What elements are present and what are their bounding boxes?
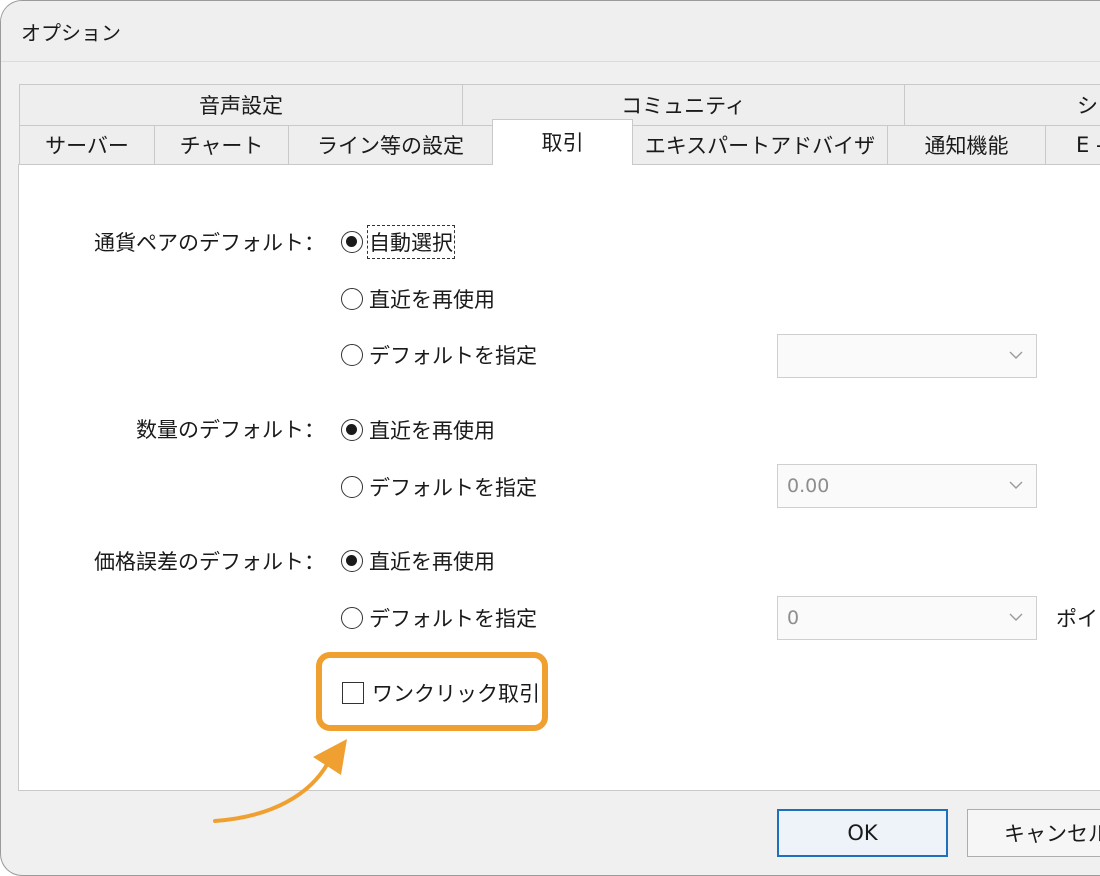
deviation-unit-label: ポイン [1056, 607, 1100, 631]
symbol-specify-radio[interactable]: デフォルトを指定 [341, 340, 537, 370]
tab-label: エキスパートアドバイザ [644, 134, 876, 158]
radio-icon [341, 344, 363, 366]
tab-signals[interactable]: シ [904, 84, 1100, 126]
title-bar[interactable]: オプション [1, 1, 1100, 62]
tab-trade[interactable]: 取引 [492, 119, 633, 165]
tab-label: サーバー [45, 134, 129, 158]
tab-label: 通知機能 [924, 134, 1009, 158]
tab-expert-advisors[interactable]: エキスパートアドバイザ [632, 125, 888, 165]
tab-server[interactable]: サーバー [19, 125, 155, 165]
tab-label: 取引 [541, 131, 584, 155]
radio-label: 直近を再使用 [369, 288, 495, 312]
radio-icon [341, 550, 363, 572]
checkbox-label: ワンクリック取引 [372, 682, 540, 706]
dropdown-value: 0.00 [787, 475, 830, 497]
symbol-auto-radio[interactable]: 自動選択 [341, 225, 455, 259]
symbol-default-label: 通貨ペアのデフォルト： [94, 231, 325, 255]
volume-default-dropdown[interactable]: 0.00 [777, 464, 1037, 508]
button-label: OK [847, 821, 878, 845]
tab-label: ライン等の設定 [317, 134, 464, 158]
checkbox-icon [342, 682, 364, 704]
button-label: キャンセル [1004, 822, 1100, 846]
radio-icon [341, 607, 363, 629]
options-dialog: オプション 音声設定 コミュニティ シ サーバー チャート ライン等の設定 取引… [0, 0, 1100, 876]
radio-icon [341, 476, 363, 498]
tab-objects[interactable]: ライン等の設定 [288, 125, 493, 165]
radio-icon [341, 231, 363, 253]
volume-default-label: 数量のデフォルト： [136, 418, 325, 442]
tab-sound[interactable]: 音声設定 [19, 84, 463, 126]
radio-label: デフォルトを指定 [369, 476, 537, 500]
radio-label: 直近を再使用 [369, 419, 495, 443]
deviation-default-label: 価格誤差のデフォルト： [94, 550, 325, 574]
radio-label: デフォルトを指定 [369, 607, 537, 631]
one-click-trading-checkbox[interactable]: ワンクリック取引 [342, 678, 540, 708]
volume-last-used-radio[interactable]: 直近を再使用 [341, 415, 495, 445]
radio-label: 直近を再使用 [369, 550, 495, 574]
chevron-down-icon [1009, 613, 1023, 621]
symbol-default-dropdown[interactable] [777, 334, 1037, 378]
tab-notifications[interactable]: 通知機能 [887, 125, 1046, 165]
radio-icon [341, 288, 363, 310]
cancel-button[interactable]: キャンセル [967, 809, 1100, 857]
tab-label: 音声設定 [199, 94, 283, 118]
volume-specify-radio[interactable]: デフォルトを指定 [341, 472, 537, 502]
window-title: オプション [21, 21, 121, 45]
tab-email[interactable]: E - [1045, 125, 1100, 165]
radio-label: 自動選択 [367, 225, 455, 259]
tab-label: シ [1077, 94, 1098, 118]
radio-label: デフォルトを指定 [369, 344, 537, 368]
pointer-arrow-icon [213, 739, 347, 823]
deviation-specify-radio[interactable]: デフォルトを指定 [341, 603, 537, 633]
tab-label: コミュニティ [621, 94, 746, 118]
chevron-down-icon [1009, 481, 1023, 489]
deviation-default-dropdown[interactable]: 0 [777, 596, 1037, 640]
symbol-last-used-radio[interactable]: 直近を再使用 [341, 284, 495, 314]
tab-label: E - [1076, 133, 1100, 157]
tab-chart[interactable]: チャート [154, 125, 289, 165]
ok-button[interactable]: OK [777, 809, 948, 857]
deviation-last-used-radio[interactable]: 直近を再使用 [341, 546, 495, 576]
chevron-down-icon [1009, 351, 1023, 359]
tab-label: チャート [179, 134, 264, 158]
dropdown-value: 0 [787, 607, 800, 629]
radio-icon [341, 419, 363, 441]
